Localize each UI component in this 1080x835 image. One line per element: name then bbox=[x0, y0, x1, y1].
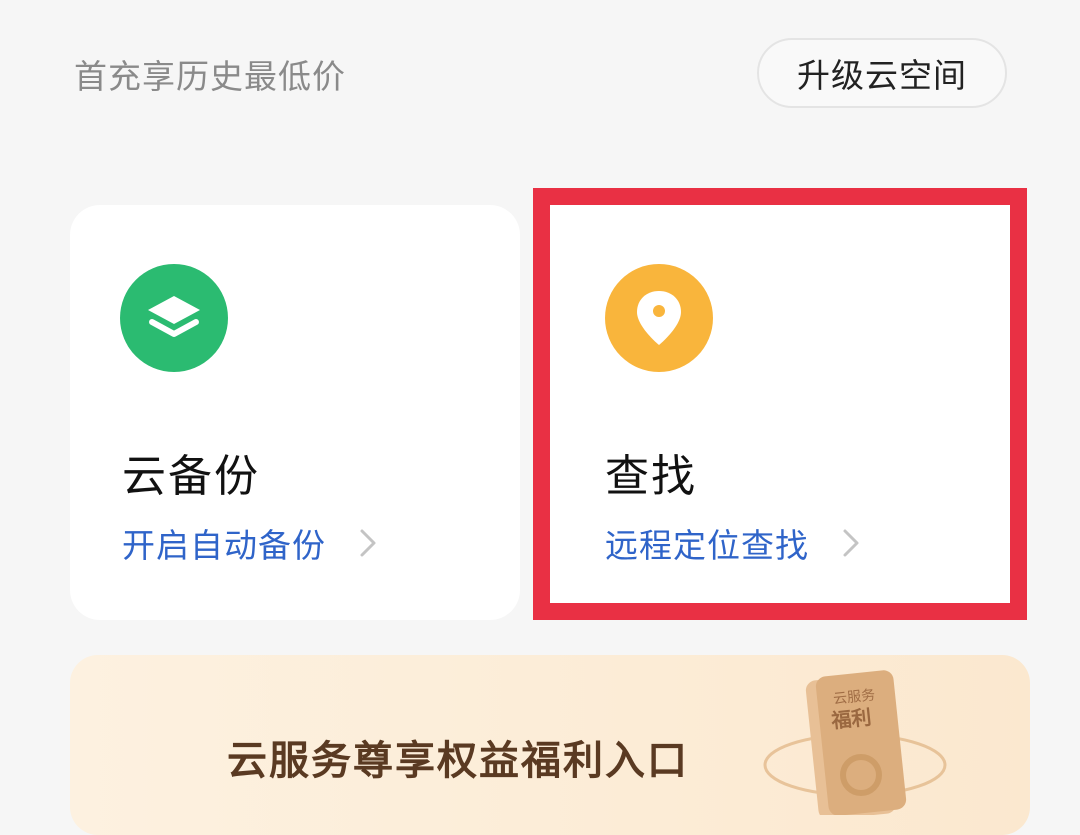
chevron-right-icon bbox=[843, 529, 859, 557]
chevron-right-icon bbox=[360, 529, 376, 557]
cloud-backup-title: 云备份 bbox=[122, 451, 260, 502]
benefits-banner[interactable]: 云服务尊享权益福利入口 云服务 福利 bbox=[70, 655, 1030, 835]
cloud-backup-card[interactable]: 云备份 开启自动备份 bbox=[70, 205, 520, 620]
layers-icon bbox=[120, 264, 228, 372]
enable-auto-backup-label: 开启自动备份 bbox=[122, 526, 326, 565]
coupon-label-bottom: 福利 bbox=[829, 705, 872, 733]
upgrade-cloud-space-button[interactable]: 升级云空间 bbox=[757, 38, 1007, 108]
remote-locate-label: 远程定位查找 bbox=[605, 526, 809, 565]
remote-locate-link[interactable]: 远程定位查找 bbox=[605, 519, 863, 567]
coupon-illustration: 云服务 福利 bbox=[763, 670, 947, 815]
find-device-card[interactable]: 查找 远程定位查找 bbox=[550, 205, 1010, 603]
enable-auto-backup-link[interactable]: 开启自动备份 bbox=[122, 519, 380, 567]
benefits-banner-text: 云服务尊享权益福利入口 bbox=[227, 738, 689, 784]
promo-text: 首充享历史最低价 bbox=[74, 57, 346, 96]
find-device-card-highlight[interactable]: 查找 远程定位查找 bbox=[533, 188, 1027, 620]
find-title: 查找 bbox=[605, 451, 697, 502]
location-pin-icon bbox=[605, 264, 713, 372]
